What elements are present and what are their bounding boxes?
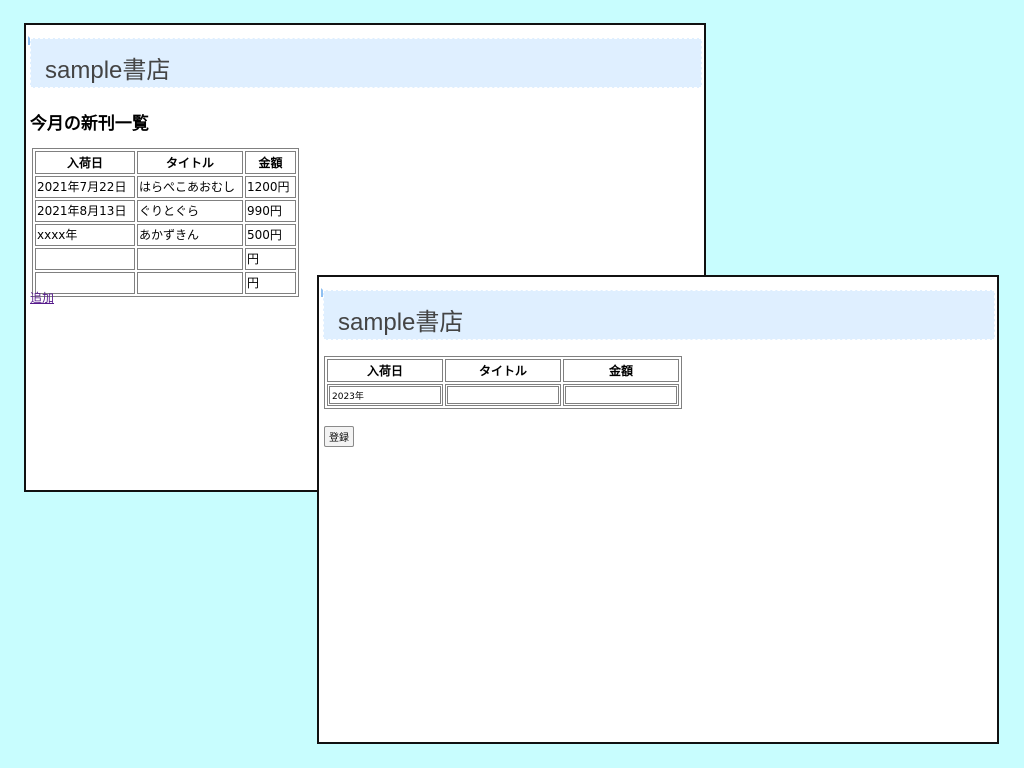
column-header-arrival-date: 入荷日	[35, 151, 135, 174]
table-row: 2021年8月13日 ぐりとぐら 990円	[35, 200, 296, 222]
site-header-banner: sample書店	[323, 290, 995, 340]
page-title: 今月の新刊一覧	[30, 114, 149, 134]
column-header-price: 金額	[245, 151, 296, 174]
table-row: xxxx年 あかずきん 500円	[35, 224, 296, 246]
table-header-row: 入荷日 タイトル 金額	[35, 151, 296, 174]
cell-price: 円	[245, 248, 296, 270]
site-title: sample書店	[338, 309, 464, 336]
cell-arrival-date	[35, 248, 135, 270]
cell-title: はらぺこあおむし	[137, 176, 243, 198]
price-input[interactable]	[565, 386, 677, 404]
cell-price: 990円	[245, 200, 296, 222]
site-header-banner: sample書店	[30, 38, 702, 88]
table-row	[327, 384, 679, 406]
cell-title	[445, 384, 561, 406]
table-row: 2021年7月22日 はらぺこあおむし 1200円	[35, 176, 296, 198]
title-input[interactable]	[447, 386, 559, 404]
cell-arrival-date: 2021年8月13日	[35, 200, 135, 222]
cell-price: 500円	[245, 224, 296, 246]
cell-title	[137, 272, 243, 294]
cell-price	[563, 384, 679, 406]
arrival-date-input[interactable]	[329, 386, 441, 404]
book-register-window: sample書店 入荷日 タイトル 金額 登録	[317, 275, 999, 744]
site-title: sample書店	[45, 57, 171, 84]
column-header-arrival-date: 入荷日	[327, 359, 443, 382]
cell-title: あかずきん	[137, 224, 243, 246]
cell-price: 1200円	[245, 176, 296, 198]
cell-price: 円	[245, 272, 296, 294]
cell-arrival-date: 2021年7月22日	[35, 176, 135, 198]
table-row: 円	[35, 272, 296, 294]
cell-title: ぐりとぐら	[137, 200, 243, 222]
register-form-table: 入荷日 タイトル 金額	[324, 356, 682, 409]
new-books-table: 入荷日 タイトル 金額 2021年7月22日 はらぺこあおむし 1200円 20…	[32, 148, 299, 297]
column-header-title: タイトル	[137, 151, 243, 174]
add-book-link[interactable]: 追加	[30, 289, 54, 306]
column-header-price: 金額	[563, 359, 679, 382]
register-button[interactable]: 登録	[324, 426, 354, 447]
cell-arrival-date	[327, 384, 443, 406]
cell-arrival-date: xxxx年	[35, 224, 135, 246]
table-row: 円	[35, 248, 296, 270]
table-header-row: 入荷日 タイトル 金額	[327, 359, 679, 382]
cell-title	[137, 248, 243, 270]
column-header-title: タイトル	[445, 359, 561, 382]
